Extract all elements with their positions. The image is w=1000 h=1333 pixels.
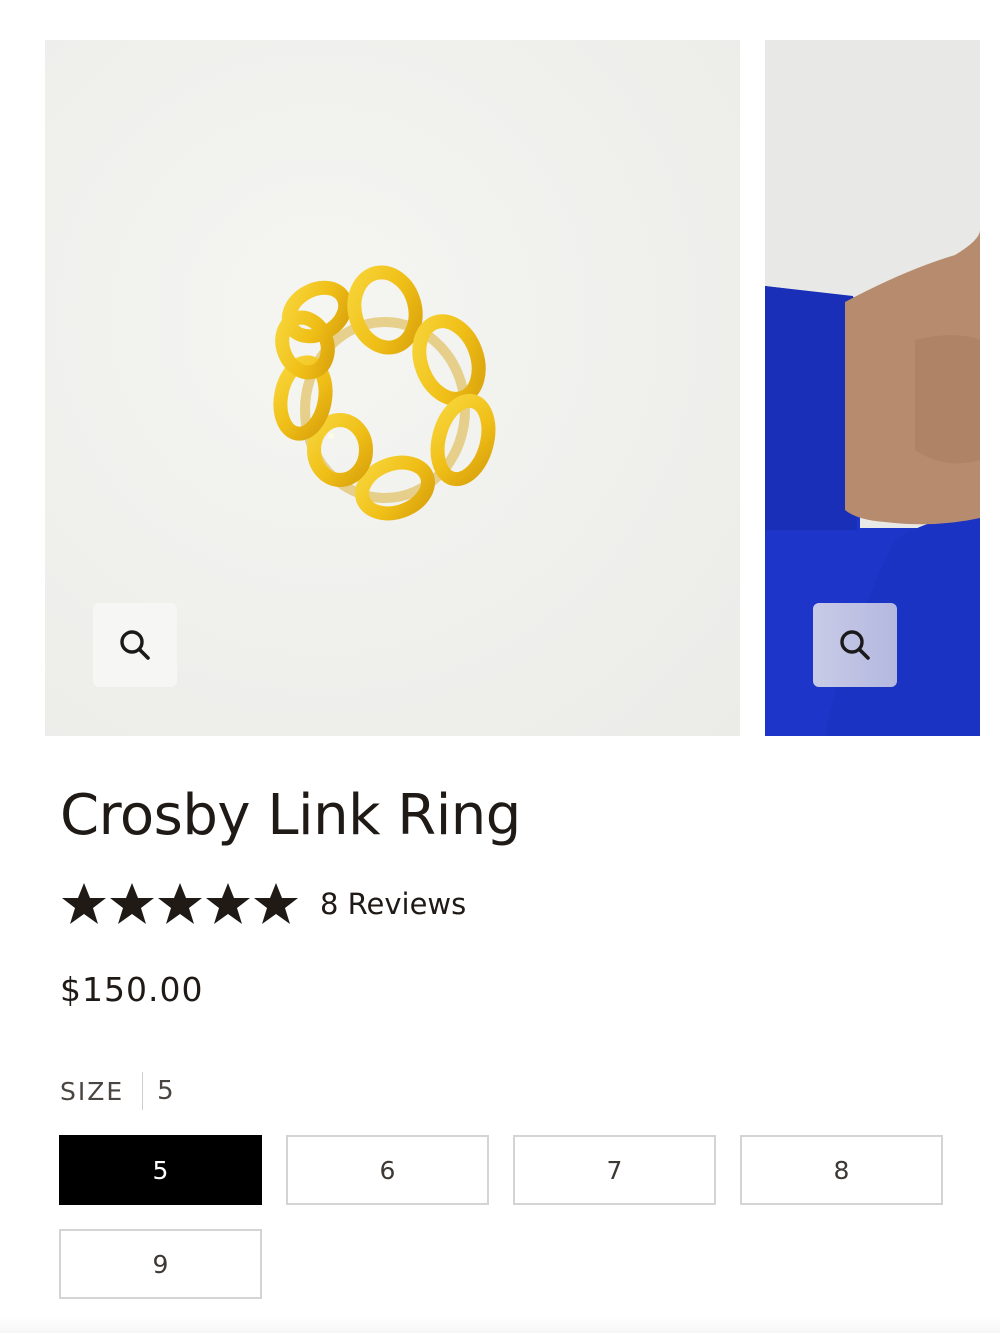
size-option-6[interactable]: 6 bbox=[286, 1135, 489, 1205]
star-rating[interactable] bbox=[60, 881, 300, 927]
star-icon bbox=[110, 883, 154, 924]
size-label-divider bbox=[142, 1072, 144, 1110]
product-price: $150.00 bbox=[60, 970, 204, 1009]
product-rating: 8 Reviews bbox=[60, 880, 466, 928]
gallery-slide-model[interactable] bbox=[765, 40, 980, 736]
star-icon bbox=[62, 883, 106, 924]
product-image-gallery[interactable] bbox=[45, 40, 1000, 736]
zoom-button[interactable] bbox=[93, 603, 177, 687]
star-icon bbox=[158, 883, 202, 924]
selected-size-value: 5 bbox=[157, 1076, 174, 1106]
size-label: SIZE bbox=[60, 1076, 125, 1106]
gallery-slide-ring[interactable] bbox=[45, 40, 740, 736]
reviews-link[interactable]: 8 Reviews bbox=[320, 887, 466, 921]
size-option-9[interactable]: 9 bbox=[59, 1229, 262, 1299]
star-icon bbox=[254, 883, 298, 924]
ring-product-image bbox=[273, 265, 496, 521]
star-icon bbox=[206, 883, 250, 924]
bottom-fade bbox=[0, 1317, 1000, 1333]
zoom-button[interactable] bbox=[813, 603, 897, 687]
size-option-5[interactable]: 5 bbox=[59, 1135, 262, 1205]
size-option-8[interactable]: 8 bbox=[740, 1135, 943, 1205]
search-icon bbox=[120, 630, 150, 660]
size-label-row: SIZE 5 bbox=[60, 1072, 174, 1110]
search-icon bbox=[840, 630, 870, 660]
product-title: Crosby Link Ring bbox=[60, 783, 521, 848]
size-option-7[interactable]: 7 bbox=[513, 1135, 716, 1205]
size-options: 5 6 7 8 9 bbox=[59, 1135, 943, 1299]
